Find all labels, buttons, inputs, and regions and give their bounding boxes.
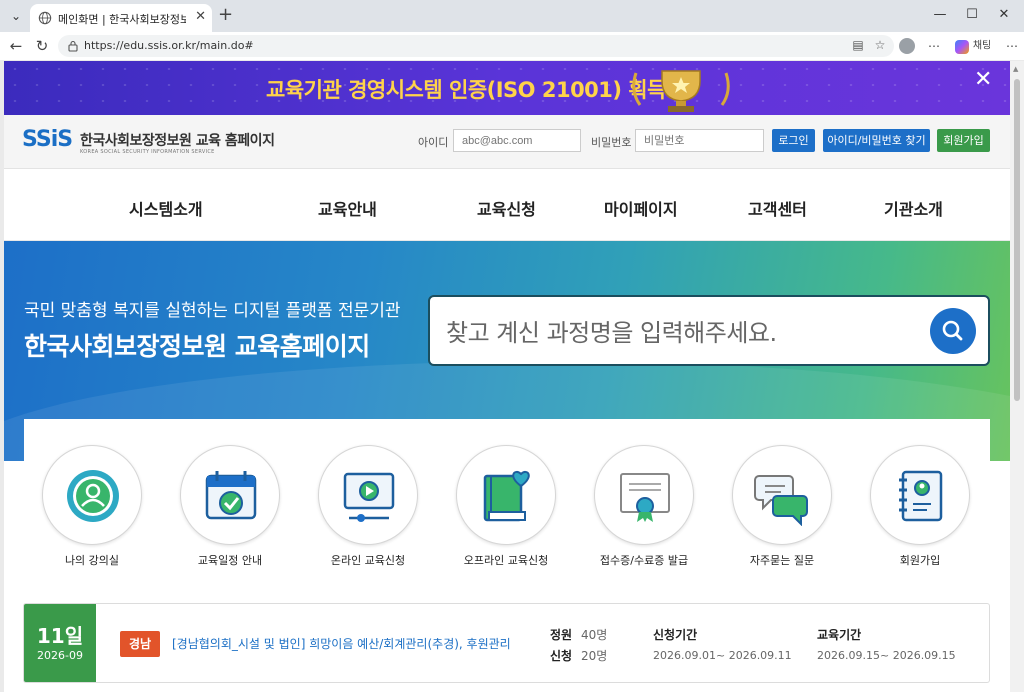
apply-period-label: 신청기간 (653, 628, 698, 642)
quick-online-apply[interactable] (318, 445, 418, 545)
quick-label: 접수증/수료증 발급 (599, 554, 689, 567)
course-title-link[interactable]: [경남협의회_시설 및 법인] 희망이음 예산/회계관리(추경), 후원관리 (172, 635, 511, 652)
capacity-label: 정원 (550, 628, 573, 642)
tab-close-icon[interactable]: ✕ (195, 9, 206, 24)
course-year-month: 2026-09 (37, 649, 83, 662)
address-bar[interactable]: https://edu.ssis.or.kr/main.do# ▤ ☆ (58, 35, 894, 57)
url-text: https://edu.ssis.or.kr/main.do# (84, 39, 254, 52)
nav-item-org-intro[interactable]: 기관소개 (884, 196, 943, 220)
certificate-icon (620, 473, 670, 522)
window-close-icon[interactable]: ✕ (990, 4, 1018, 26)
calendar-check-icon (205, 471, 257, 520)
quick-edu-schedule[interactable] (180, 445, 280, 545)
scrollbar-thumb[interactable] (1014, 79, 1020, 401)
nav-item-system-intro[interactable]: 시스템소개 (129, 196, 203, 220)
more-menu-icon[interactable]: ⋯ (928, 36, 940, 56)
profile-avatar-icon[interactable] (899, 36, 915, 56)
search-button[interactable] (930, 308, 976, 354)
reload-icon[interactable]: ↻ (32, 36, 52, 56)
browser-toolbar: ← ↻ https://edu.ssis.or.kr/main.do# ▤ ☆ … (0, 32, 1024, 60)
user-icon (67, 470, 119, 522)
quick-member-join[interactable] (870, 445, 970, 545)
tab-list-chevron-icon[interactable]: ⌄ (6, 6, 26, 26)
copilot-icon (955, 39, 969, 54)
banner-close-icon[interactable]: ✕ (974, 69, 992, 91)
logo-name: 한국사회보장정보원 교육 홈페이지 (80, 133, 275, 149)
video-play-icon (343, 472, 395, 522)
course-date-block: 11일 2026-09 (24, 604, 96, 682)
quick-label: 오프라인 교육신청 (463, 554, 549, 567)
apply-period-value: 2026.09.01~ 2026.09.11 (653, 649, 792, 662)
new-tab-plus-icon[interactable]: + (218, 6, 233, 24)
main-navigation: 시스템소개 교육안내 교육신청 마이페이지 고객센터 기관소개 (4, 169, 1010, 241)
hero-title: 한국사회보장정보원 교육홈페이지 (24, 332, 370, 361)
nav-item-customer-center[interactable]: 고객센터 (748, 196, 807, 220)
quick-offline-apply[interactable] (456, 445, 556, 545)
nav-item-mypage[interactable]: 마이페이지 (604, 196, 678, 220)
course-search-box[interactable]: 찾고 계신 과정명을 입력해주세요. (428, 295, 990, 366)
back-arrow-icon[interactable]: ← (6, 36, 26, 56)
chat-bubbles-icon (754, 475, 808, 526)
reader-mode-icon[interactable]: ▤ (850, 38, 866, 54)
applied-value: 20명 (581, 649, 608, 663)
logo-subtitle: KOREA SOCIAL SECURITY INFORMATION SERVIC… (80, 149, 215, 155)
capacity-value: 40명 (581, 628, 608, 642)
quick-label: 교육일정 안내 (197, 554, 263, 567)
find-id-password-button[interactable]: 아이디/비밀번호 찾기 (823, 129, 930, 152)
favorite-star-icon[interactable]: ☆ (872, 38, 888, 54)
quick-label: 온라인 교육신청 (330, 554, 406, 567)
sidebar-toggle-icon[interactable]: ⋯ (1006, 36, 1018, 56)
trophy-icon (632, 70, 730, 112)
copilot-label: 채팅 (972, 40, 992, 52)
edu-period-label: 교육기간 (817, 628, 862, 642)
login-button[interactable]: 로그인 (772, 129, 815, 152)
banner-text: 교육기관 경영시스템 인증(ISO 21001) 획득 (266, 78, 666, 102)
search-icon (942, 320, 963, 341)
password-label: 비밀번호 (591, 136, 632, 149)
minimize-icon[interactable]: — (926, 4, 954, 26)
password-input[interactable] (635, 129, 764, 152)
quick-label: 회원가입 (899, 554, 941, 567)
browser-tabstrip: ⌄ 메인화면 | 한국사회보장정보원 교 ✕ + — ☐ ✕ (0, 0, 1024, 32)
nav-item-edu-guide[interactable]: 교육안내 (318, 196, 377, 220)
page-scrollbar[interactable]: ▲ (1010, 61, 1024, 692)
tab-title: 메인화면 | 한국사회보장정보원 교 (58, 13, 186, 26)
globe-icon (38, 11, 52, 25)
course-day: 11일 (36, 624, 84, 648)
site-info-icon[interactable] (66, 39, 80, 53)
hero-subtitle: 국민 맞춤형 복지를 실현하는 디지털 플랫폼 전문기관 (24, 301, 401, 321)
edu-period-value: 2026.09.15~ 2026.09.15 (817, 649, 956, 662)
top-banner[interactable]: 교육기관 경영시스템 인증(ISO 21001) 획득 ✕ (4, 61, 1010, 115)
browser-tab[interactable]: 메인화면 | 한국사회보장정보원 교 ✕ (30, 4, 212, 32)
quick-certificate[interactable] (594, 445, 694, 545)
join-button[interactable]: 회원가입 (937, 129, 990, 152)
quick-label: 자주묻는 질문 (749, 554, 815, 567)
quick-my-classroom[interactable] (42, 445, 142, 545)
course-card[interactable]: 11일 2026-09 경남 [경남협의회_시설 및 법인] 희망이음 예산/회… (23, 603, 990, 683)
member-book-icon (899, 470, 943, 522)
web-page: 교육기관 경영시스템 인증(ISO 21001) 획득 ✕ SSiS 한국사회보… (4, 61, 1010, 692)
scroll-up-icon[interactable]: ▲ (1013, 65, 1018, 73)
site-logo[interactable]: SSiS 한국사회보장정보원 교육 홈페이지 KOREA SOCIAL SECU… (22, 127, 292, 161)
search-input[interactable]: 찾고 계신 과정명을 입력해주세요. (446, 313, 777, 348)
quick-faq[interactable] (732, 445, 832, 545)
region-badge: 경남 (120, 631, 160, 657)
id-label: 아이디 (418, 136, 449, 149)
book-heart-icon (483, 470, 530, 522)
quick-label: 나의 강의실 (64, 554, 120, 567)
copilot-button[interactable]: 채팅 (955, 36, 991, 56)
logo-mark: SSiS (22, 127, 73, 152)
maximize-icon[interactable]: ☐ (958, 4, 986, 26)
applied-label: 신청 (550, 649, 573, 663)
id-input[interactable] (453, 129, 581, 152)
nav-item-edu-apply[interactable]: 교육신청 (477, 196, 536, 220)
